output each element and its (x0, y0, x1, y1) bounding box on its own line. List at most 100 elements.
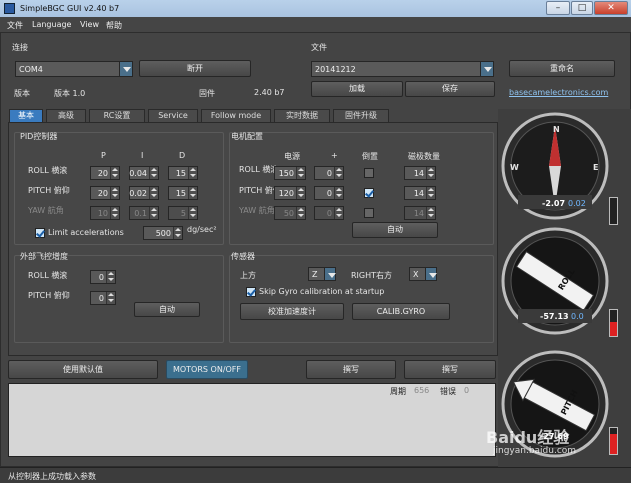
limit-accel-checkbox[interactable] (35, 228, 45, 238)
write-button[interactable]: 撰写 (306, 360, 396, 379)
pid-pitch-p[interactable]: 20 (90, 186, 120, 200)
roll-power-bar (609, 309, 618, 337)
pid-yaw-p[interactable]: 10 (90, 206, 120, 220)
motor-auto-button[interactable]: 自动 (352, 222, 438, 238)
rename-button[interactable]: 重命名 (509, 60, 615, 77)
profile-value: 20141212 (315, 65, 356, 74)
yaw-n: N (553, 125, 560, 134)
save-button[interactable]: 保存 (405, 81, 495, 97)
tab-advanced[interactable]: 高级 (46, 109, 86, 122)
menu-language[interactable]: Language (32, 20, 71, 29)
skip-gyro-checkbox[interactable] (246, 287, 256, 297)
pid-roll-i[interactable]: 0.04 (129, 166, 159, 180)
sensor-right-select[interactable]: X (409, 267, 437, 281)
status-text: 从控制器上成功载入参数 (8, 472, 96, 481)
chevron-down-icon (480, 62, 493, 76)
period-label: 周期 (390, 387, 406, 396)
use-defaults-button[interactable]: 使用默认值 (8, 360, 158, 379)
menu-file[interactable]: 文件 (7, 20, 23, 31)
port-select[interactable]: COM4 (15, 61, 133, 77)
motors-onoff-button[interactable]: MOTORS ON/OFF (166, 360, 248, 379)
yaw-w: W (510, 163, 519, 172)
tab-basic[interactable]: 基本 (9, 109, 43, 122)
window-title: SimpleBGC GUI v2.40 b7 (20, 4, 120, 13)
yaw-power-bar (609, 197, 618, 225)
motor-col-poles: 磁极数量 (408, 152, 440, 161)
tab-realtime-data[interactable]: 实时数据 (274, 109, 330, 122)
motor-yaw-invert-checkbox[interactable] (364, 208, 374, 218)
ext-roll-value[interactable]: 0 (90, 270, 116, 284)
app-icon (4, 3, 15, 14)
motor-pitch-poles[interactable]: 14 (404, 186, 436, 200)
file-legend: 文件 (311, 43, 327, 52)
pid-yaw-i[interactable]: 0.1 (129, 206, 159, 220)
error-label: 错误 (440, 387, 456, 396)
ext-legend: 外部飞控增度 (20, 252, 68, 261)
minimize-button[interactable]: – (546, 1, 570, 15)
watermark-brand: Baidu经验 (486, 428, 570, 447)
motor-yaw-plus[interactable]: 0 (314, 206, 344, 220)
ext-pitch-value[interactable]: 0 (90, 291, 116, 305)
motor-col-invert: 倒置 (362, 152, 378, 161)
ext-roll-label: ROLL 横滚 (28, 271, 68, 280)
chevron-down-icon (324, 268, 336, 280)
ext-auto-button[interactable]: 自动 (134, 302, 200, 317)
watermark-url: jingyan.baidu.com (493, 446, 577, 456)
motor-pitch-power[interactable]: 120 (274, 186, 306, 200)
pid-col-p: P (101, 151, 106, 160)
pid-col-d: D (179, 151, 186, 160)
period-value: 656 (414, 386, 430, 395)
status-bar: 从控制器上成功载入参数 (0, 467, 631, 483)
website-link[interactable]: basecamelectronics.com (509, 88, 608, 97)
calib-acc-button[interactable]: 校准加速度计 (240, 303, 344, 320)
pid-pitch-i[interactable]: 0.02 (129, 186, 159, 200)
menu-help[interactable]: 帮助 (106, 20, 122, 31)
version-label: 版本 (14, 89, 30, 98)
calib-gyro-button[interactable]: CALIB.GYRO (352, 303, 450, 320)
version-value: 版本 1.0 (54, 89, 86, 98)
motor-roll-plus[interactable]: 0 (314, 166, 344, 180)
profile-select[interactable]: 20141212 (311, 61, 494, 77)
close-button[interactable]: ✕ (594, 1, 628, 15)
sensor-top-label: 上方 (240, 271, 256, 280)
motor-roll-invert-checkbox[interactable] (364, 168, 374, 178)
pid-yaw-label: YAW 航角 (28, 206, 64, 215)
sensor-group (229, 255, 494, 343)
port-value: COM4 (19, 65, 43, 74)
motor-roll-power[interactable]: 150 (274, 166, 306, 180)
title-bar: SimpleBGC GUI v2.40 b7 – □ ✕ (0, 0, 631, 17)
disconnect-button[interactable]: 断开 (139, 60, 251, 77)
motor-pitch-plus[interactable]: 0 (314, 186, 344, 200)
motor-yaw-poles[interactable]: 14 (404, 206, 436, 220)
pitch-power-bar (609, 427, 618, 455)
error-value: 0 (464, 386, 470, 395)
limit-accel-label: Limit accelerations (48, 228, 124, 237)
connection-legend: 连接 (12, 43, 28, 52)
pid-legend: PID控制器 (20, 132, 58, 141)
roll-value: -57.13 (540, 312, 569, 321)
menu-view[interactable]: View (80, 20, 99, 29)
yaw-rate: 0.02 (568, 199, 586, 208)
motor-pitch-invert-checkbox[interactable] (364, 188, 374, 198)
pid-roll-d[interactable]: 15 (168, 166, 198, 180)
tab-firmware-upgrade[interactable]: 固件升级 (333, 109, 389, 122)
roll-rate: 0.0 (571, 312, 584, 321)
firmware-value: 2.40 b7 (254, 88, 285, 97)
tab-follow-mode[interactable]: Follow mode (201, 109, 271, 122)
tab-rc-settings[interactable]: RC设置 (89, 109, 145, 122)
read-button[interactable]: 撰写 (404, 360, 496, 379)
load-button[interactable]: 加载 (311, 81, 403, 97)
chevron-down-icon (119, 62, 132, 76)
pid-pitch-d[interactable]: 15 (168, 186, 198, 200)
motor-yaw-power[interactable]: 50 (274, 206, 306, 220)
sensor-top-select[interactable]: Z (308, 267, 336, 281)
pid-pitch-label: PITCH 俯仰 (28, 186, 70, 195)
pid-roll-p[interactable]: 20 (90, 166, 120, 180)
limit-accel-value[interactable]: 500 (143, 226, 183, 240)
motor-roll-poles[interactable]: 14 (404, 166, 436, 180)
sensor-legend: 传感器 (231, 252, 255, 261)
ext-pitch-label: PITCH 俯仰 (28, 291, 70, 300)
pid-yaw-d[interactable]: 5 (168, 206, 198, 220)
tab-service[interactable]: Service (148, 109, 198, 122)
maximize-button[interactable]: □ (571, 1, 593, 15)
